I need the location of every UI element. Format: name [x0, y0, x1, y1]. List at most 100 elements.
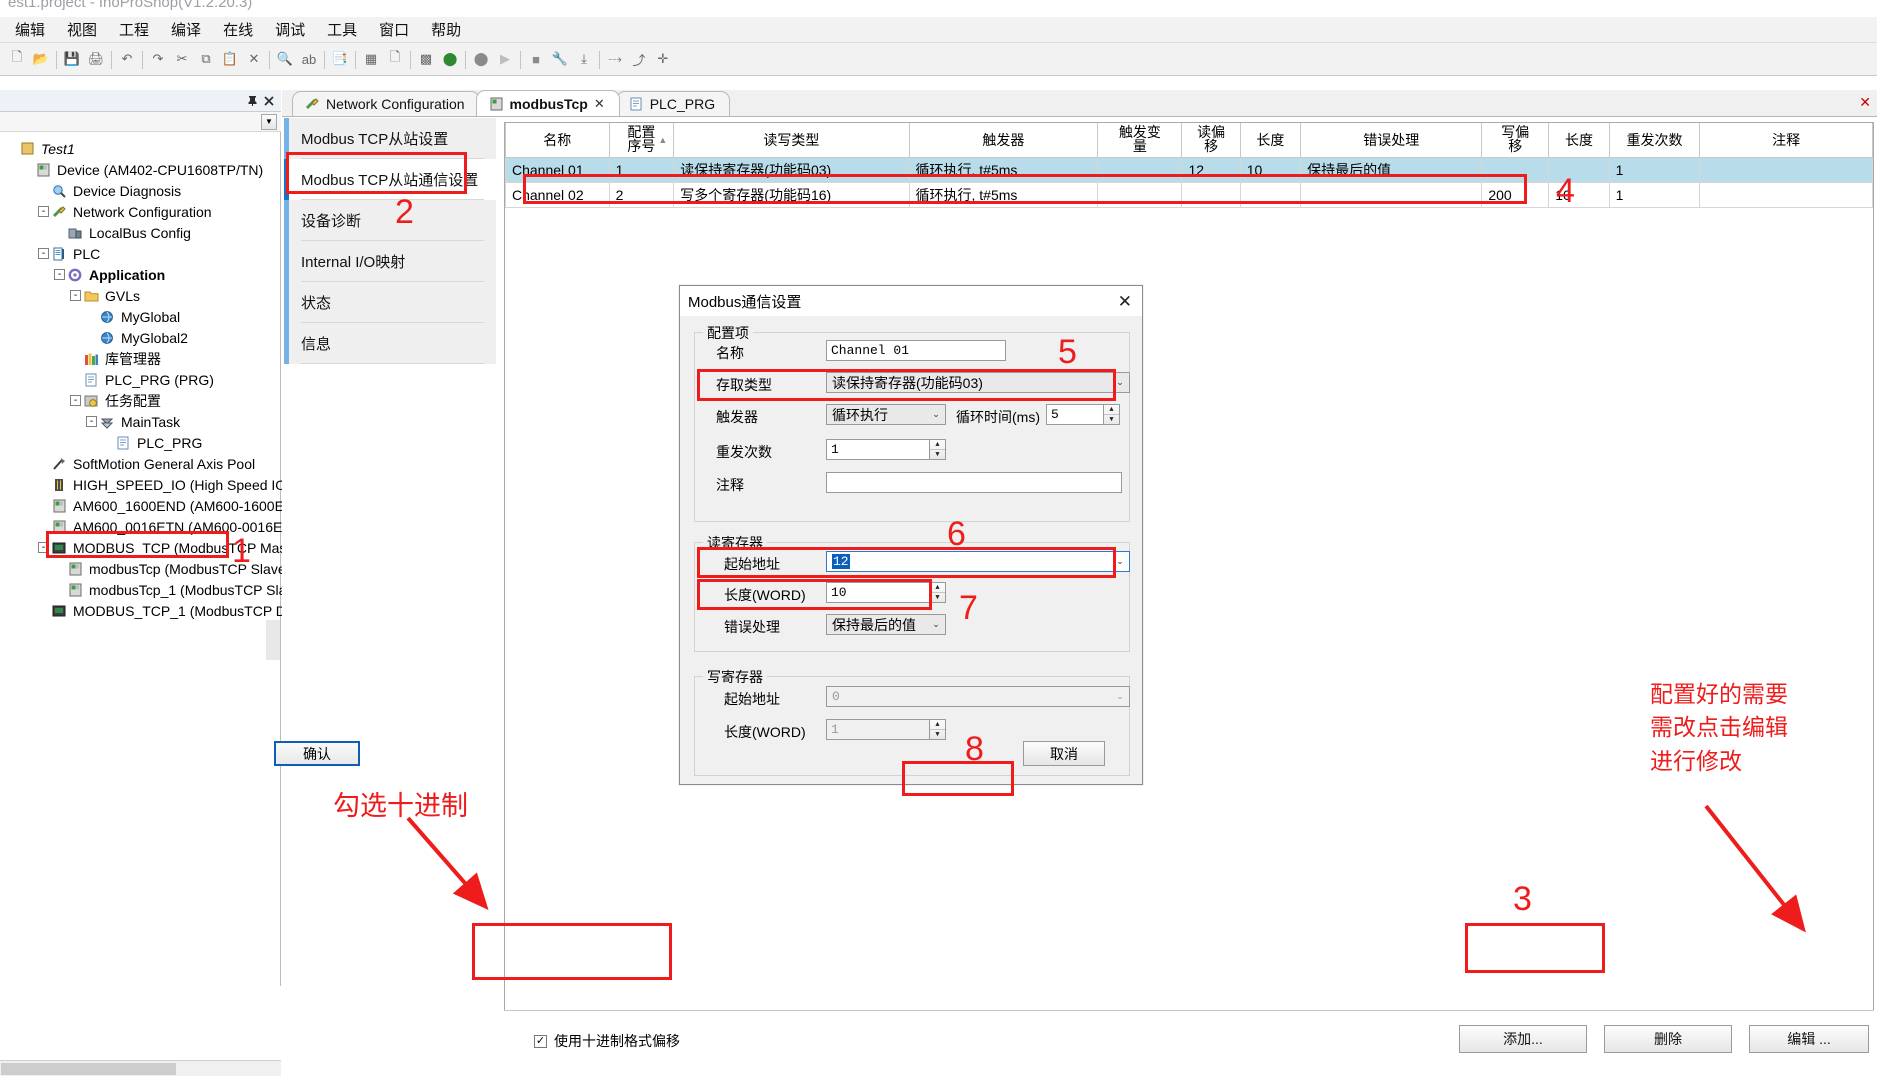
tree-splitter-handle[interactable] — [266, 620, 280, 660]
table-row[interactable]: Channel 01 1 读保持寄存器(功能码03) 循环执行, t#5ms 12 10 保… — [505, 156, 1873, 183]
save-icon[interactable]: 💾 — [60, 47, 84, 71]
grid-icon[interactable]: ▩ — [414, 47, 438, 71]
step-into-icon[interactable]: ⤓ — [572, 47, 596, 71]
editor-tab-0[interactable]: Network Configuration — [292, 91, 480, 116]
scroll-thumb[interactable] — [1, 1063, 176, 1075]
menu-item-7[interactable]: 窗口 — [368, 16, 420, 43]
trigger-select[interactable]: 循环执行 ⌄ — [826, 404, 946, 425]
tree-node[interactable]: SoftMotion General Axis Pool — [0, 453, 281, 474]
paste-icon[interactable]: 📋 — [218, 47, 242, 71]
table-column-header-6[interactable]: 长度 — [1239, 123, 1302, 158]
tree-node[interactable]: Device Diagnosis — [0, 180, 281, 201]
table-cell[interactable] — [1097, 156, 1183, 183]
tree-expander-icon[interactable]: - — [38, 206, 49, 217]
table-cell[interactable] — [1097, 181, 1183, 208]
replace-icon[interactable]: ab — [297, 47, 321, 71]
decimal-offset-checkbox[interactable]: ✓ 使用十进制格式偏移 — [534, 1031, 680, 1051]
table-column-header-3[interactable]: 触发器 — [908, 123, 1099, 158]
menu-item-0[interactable]: 编辑 — [4, 16, 56, 43]
tree-node[interactable]: MODBUS_TCP_1 (ModbusTCP Device) — [0, 600, 323, 621]
run-icon[interactable]: ▶ — [493, 47, 517, 71]
cycletime-stepper[interactable]: 5 ▲ ▼ — [1046, 404, 1120, 425]
category-item-3[interactable]: Internal I/O映射 — [284, 241, 496, 282]
delete-button[interactable]: 删除 — [1604, 1025, 1732, 1053]
tree-node[interactable]: - GVLs — [0, 285, 281, 306]
editor-tab-2[interactable]: PLC_PRG — [615, 91, 731, 116]
close-icon[interactable] — [262, 94, 276, 108]
table-column-header-9[interactable]: 长度 — [1548, 123, 1610, 158]
retry-stepper[interactable]: 1 ▲ ▼ — [826, 439, 946, 460]
tree-node[interactable]: PLC_PRG (PRG) — [0, 369, 281, 390]
device-tree[interactable]: Test1 Device (AM402-CPU1608TP/TN) Device D… — [0, 134, 384, 1064]
menu-item-2[interactable]: 工程 — [108, 16, 160, 43]
dialog-ok-button[interactable]: 确认 — [274, 741, 360, 766]
table-cell[interactable]: 200 — [1481, 181, 1550, 208]
stop-icon[interactable]: ■ — [524, 47, 548, 71]
tree-node[interactable]: 库管理器 — [0, 348, 281, 369]
copy-icon[interactable]: ⧉ — [194, 47, 218, 71]
table-column-header-5[interactable]: 读偏 移 — [1181, 123, 1241, 158]
table-cell[interactable] — [1300, 181, 1483, 208]
tree-node[interactable]: - MainTask — [0, 411, 281, 432]
step-out-icon[interactable]: ⤴ — [627, 47, 651, 71]
table-cell[interactable]: 循环执行, t#5ms — [908, 181, 1099, 208]
step-over-icon[interactable]: ⤏ — [603, 47, 627, 71]
tree-node[interactable]: MyGlobal2 — [0, 327, 281, 348]
menu-item-4[interactable]: 在线 — [212, 16, 264, 43]
breakpoint-icon[interactable]: ✛ — [651, 47, 675, 71]
tree-expander-icon[interactable]: - — [70, 395, 81, 406]
pin-icon[interactable] — [245, 94, 259, 108]
table-column-header-11[interactable]: 注释 — [1699, 123, 1873, 158]
tree-node[interactable]: - Network Configuration — [0, 201, 281, 222]
table-column-header-2[interactable]: 读写类型 — [673, 123, 910, 158]
tree-expander-icon[interactable]: - — [54, 269, 65, 280]
tree-node[interactable]: Device (AM402-CPU1608TP/TN) — [0, 159, 281, 180]
print-icon[interactable]: 🖨 — [84, 47, 108, 71]
chevron-down-icon[interactable]: ▼ — [261, 113, 277, 130]
open-folder-icon[interactable]: 📂 — [29, 47, 53, 71]
logout-icon[interactable]: ⬤ — [469, 47, 493, 71]
name-field[interactable]: Channel 01 — [826, 340, 1006, 361]
table-cell[interactable]: 循环执行, t#5ms — [908, 156, 1099, 183]
comment-field[interactable] — [826, 472, 1122, 493]
tree-node[interactable]: - PLC — [0, 243, 281, 264]
category-item-0[interactable]: Modbus TCP从站设置 — [284, 118, 496, 159]
tree-expander-icon[interactable]: - — [86, 416, 97, 427]
tree-node[interactable]: - Application — [0, 264, 281, 285]
close-tab-icon[interactable]: ✕ — [1859, 94, 1871, 111]
table-cell[interactable]: 10 — [1239, 156, 1302, 183]
table-column-header-4[interactable]: 触发变 量 — [1097, 123, 1183, 158]
table-column-header-7[interactable]: 错误处理 — [1300, 123, 1483, 158]
redo-icon[interactable]: ↷ — [146, 47, 170, 71]
read-length-stepper[interactable]: 10 ▲ ▼ — [826, 582, 946, 603]
table-cell[interactable]: Channel 01 — [505, 156, 610, 183]
table-cell[interactable]: 保持最后的值 — [1300, 156, 1483, 183]
dialog-cancel-button[interactable]: 取消 — [1023, 741, 1105, 766]
spinner-buttons[interactable]: ▲ ▼ — [929, 583, 945, 602]
table-cell[interactable] — [1699, 181, 1873, 208]
table-cell[interactable]: 2 — [608, 181, 675, 208]
tree-expander-icon[interactable]: - — [38, 542, 49, 553]
build-icon[interactable]: ▦ — [359, 47, 383, 71]
tree-node[interactable]: LocalBus Config — [0, 222, 281, 243]
spinner-buttons[interactable]: ▲ ▼ — [1103, 405, 1119, 424]
tree-expander-icon[interactable]: - — [38, 248, 49, 259]
access-type-select[interactable]: 读保持寄存器(功能码03) ⌄ — [826, 372, 1130, 393]
clipboard-icon[interactable]: 📑 — [328, 47, 352, 71]
menu-item-1[interactable]: 视图 — [56, 16, 108, 43]
add-button[interactable]: 添加... — [1459, 1025, 1587, 1053]
tree-node[interactable]: AM600_1600END (AM600-1600END) — [0, 495, 309, 516]
menu-item-5[interactable]: 调试 — [264, 16, 316, 43]
dialog-close-icon[interactable]: ✕ — [1118, 292, 1132, 312]
spinner-buttons[interactable]: ▲ ▼ — [929, 440, 945, 459]
cut-icon[interactable]: ✂ — [170, 47, 194, 71]
read-start-select[interactable]: 12 ⌄ — [826, 551, 1130, 572]
table-cell[interactable] — [1181, 181, 1241, 208]
table-column-header-8[interactable]: 写偏 移 — [1481, 123, 1550, 158]
tools-icon[interactable]: 🔧 — [548, 47, 572, 71]
tab-close-icon[interactable]: ✕ — [594, 96, 605, 112]
table-column-header-0[interactable]: 名称 — [505, 123, 610, 158]
tree-node[interactable]: MyGlobal — [0, 306, 281, 327]
table-cell[interactable]: 1 — [1608, 156, 1701, 183]
find-icon[interactable]: 🔍 — [273, 47, 297, 71]
